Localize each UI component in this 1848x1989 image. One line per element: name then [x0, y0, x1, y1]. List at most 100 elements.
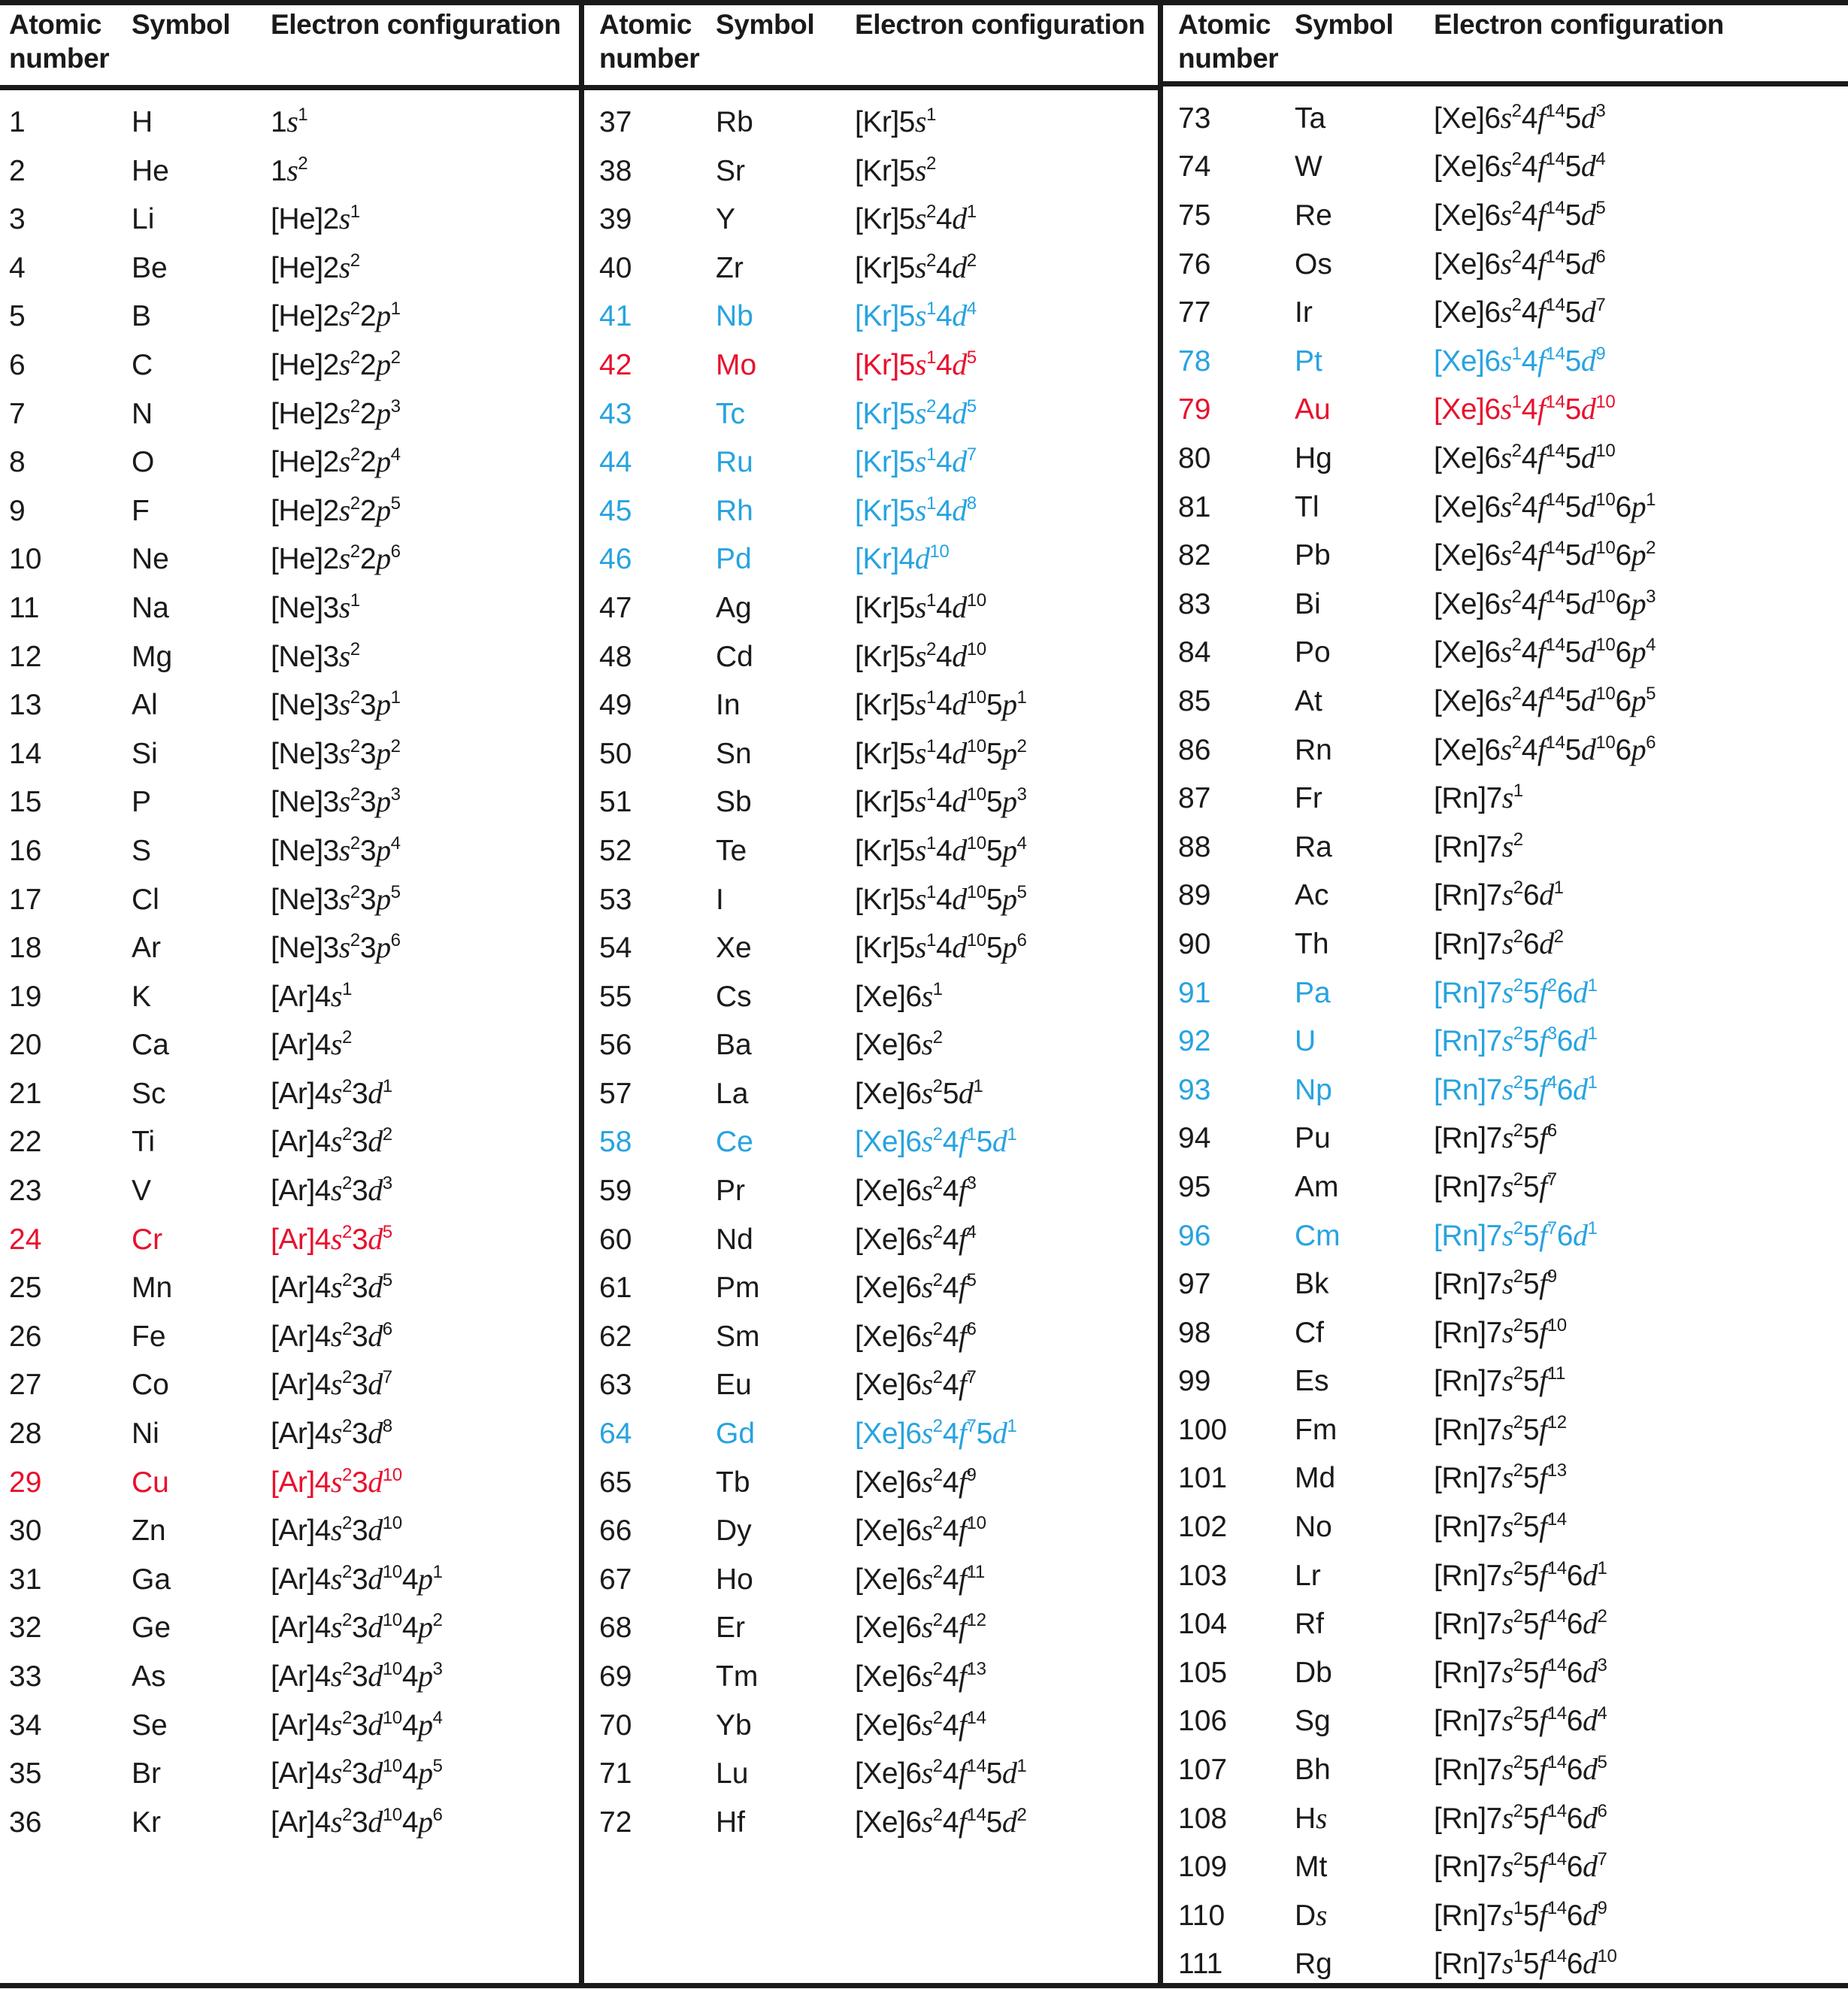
cell-symbol: Ge: [132, 1604, 271, 1653]
cell-symbol: Y: [716, 196, 855, 244]
cell-symbol: Tc: [716, 390, 855, 439]
cell-atomic-number: 76: [1163, 241, 1295, 290]
table-row: 106Sg[Rn]7s25f146d4: [1163, 1696, 1848, 1745]
table-row: 23V[Ar]4s23d3: [0, 1166, 579, 1215]
table-row: 78Pt[Xe]6s14f145d9: [1163, 337, 1848, 386]
cell-atomic-number: 13: [0, 681, 132, 730]
cell-atomic-number: 42: [584, 341, 716, 390]
cell-electron-configuration: [Rn]7s25f146d5: [1434, 1745, 1848, 1795]
cell-symbol: In: [716, 681, 855, 730]
cell-electron-configuration: [Kr]5s14d10: [855, 584, 1158, 633]
table-row: 5B[He]2s22p1: [0, 292, 579, 341]
cell-symbol: Xe: [716, 924, 855, 973]
cell-symbol: Ce: [716, 1118, 855, 1167]
cell-electron-configuration: [Xe]6s24f145d106p2: [1434, 531, 1848, 581]
cell-symbol: Pd: [716, 535, 855, 584]
cell-electron-configuration: [Xe]6s24f15d1: [855, 1117, 1158, 1167]
cell-symbol: Cu: [132, 1459, 271, 1508]
cell-electron-configuration: [Rn]7s15f146d10: [1434, 1939, 1848, 1989]
table-row: 3Li[He]2s1: [0, 195, 579, 244]
cell-atomic-number: 20: [0, 1021, 132, 1070]
cell-electron-configuration: [Xe]6s2: [855, 1020, 1158, 1070]
table-column-1: Atomic number Symbol Electron configurat…: [0, 0, 579, 1988]
cell-symbol: Cf: [1295, 1309, 1434, 1358]
cell-symbol: Tm: [716, 1653, 855, 1702]
cell-atomic-number: 87: [1163, 775, 1295, 823]
cell-atomic-number: 51: [584, 778, 716, 827]
cell-atomic-number: 85: [1163, 678, 1295, 726]
cell-symbol: Os: [1295, 241, 1434, 290]
cell-electron-configuration: [Kr]5s24d2: [855, 244, 1158, 293]
cell-atomic-number: 73: [1163, 95, 1295, 144]
cell-electron-configuration: [Xe]6s24f145d4: [1434, 142, 1848, 192]
cell-electron-configuration: [He]2s22p3: [271, 390, 579, 439]
cell-atomic-number: 57: [584, 1070, 716, 1119]
cell-electron-configuration: [Xe]6s24f9: [855, 1458, 1158, 1508]
cell-atomic-number: 66: [584, 1507, 716, 1556]
cell-electron-configuration: [He]2s1: [271, 195, 579, 244]
cell-symbol: Br: [132, 1750, 271, 1799]
cell-atomic-number: 36: [0, 1799, 132, 1848]
cell-atomic-number: 21: [0, 1070, 132, 1119]
table-row: 103Lr[Rn]7s25f146d1: [1163, 1551, 1848, 1600]
cell-symbol: C: [132, 341, 271, 390]
cell-electron-configuration: [Rn]7s25f146d4: [1434, 1696, 1848, 1746]
cell-symbol: Pt: [1295, 338, 1434, 387]
cell-atomic-number: 30: [0, 1507, 132, 1556]
cell-atomic-number: 44: [584, 438, 716, 487]
table-row: 101Md[Rn]7s25f13: [1163, 1454, 1848, 1502]
header-electron-configuration: Electron configuration: [271, 5, 579, 41]
table-row: 30Zn[Ar]4s23d10: [0, 1506, 579, 1555]
cell-electron-configuration: [Ne]3s23p2: [271, 729, 579, 779]
cell-symbol: Ni: [132, 1410, 271, 1459]
cell-atomic-number: 6: [0, 341, 132, 390]
table-row: 37Rb[Kr]5s1: [584, 98, 1158, 147]
cell-electron-configuration: [Ar]4s23d10: [271, 1506, 579, 1556]
cell-symbol: Ra: [1295, 823, 1434, 872]
cell-electron-configuration: [He]2s2: [271, 244, 579, 293]
cell-symbol: Bi: [1295, 581, 1434, 629]
cell-electron-configuration: [Rn]7s1: [1434, 774, 1848, 823]
cell-atomic-number: 82: [1163, 532, 1295, 581]
table-row: 90Th[Rn]7s26d2: [1163, 920, 1848, 969]
cell-symbol: Pr: [716, 1167, 855, 1216]
cell-electron-configuration: [Ar]4s23d10: [271, 1458, 579, 1508]
cell-symbol: Ca: [132, 1021, 271, 1070]
cell-atomic-number: 89: [1163, 872, 1295, 920]
cell-atomic-number: 88: [1163, 823, 1295, 872]
cell-electron-configuration: [Rn]7s25f12: [1434, 1405, 1848, 1455]
table-row: 102No[Rn]7s25f14: [1163, 1502, 1848, 1551]
cell-electron-configuration: [Xe]6s24f145d1: [855, 1749, 1158, 1799]
cell-electron-configuration: [Ar]4s1: [271, 972, 579, 1022]
table-row: 28Ni[Ar]4s23d8: [0, 1409, 579, 1458]
cell-symbol: Fm: [1295, 1406, 1434, 1455]
cell-electron-configuration: [Xe]6s24f145d106p3: [1434, 580, 1848, 629]
header-atomic-number: Atomic number: [0, 5, 132, 75]
cell-symbol: Gd: [716, 1410, 855, 1459]
cell-symbol: Eu: [716, 1361, 855, 1410]
cell-atomic-number: 56: [584, 1021, 716, 1070]
cell-atomic-number: 101: [1163, 1454, 1295, 1503]
cell-atomic-number: 41: [584, 293, 716, 341]
cell-electron-configuration: [Kr]5s14d105p1: [855, 681, 1158, 730]
table-row: 29Cu[Ar]4s23d10: [0, 1458, 579, 1507]
cell-atomic-number: 86: [1163, 726, 1295, 775]
column-header-row: Atomic number Symbol Electron configurat…: [1163, 0, 1848, 86]
table-row: 109Mt[Rn]7s25f146d7: [1163, 1842, 1848, 1891]
cell-symbol: Ta: [1295, 95, 1434, 144]
cell-atomic-number: 72: [584, 1799, 716, 1848]
cell-symbol: Na: [132, 584, 271, 633]
cell-symbol: Es: [1295, 1357, 1434, 1406]
cell-atomic-number: 77: [1163, 289, 1295, 338]
cell-electron-configuration: [Rn]7s25f6: [1434, 1114, 1848, 1163]
cell-atomic-number: 55: [584, 973, 716, 1022]
cell-atomic-number: 31: [0, 1556, 132, 1605]
cell-electron-configuration: [Ar]4s23d104p4: [271, 1701, 579, 1751]
cell-symbol: Ir: [1295, 289, 1434, 338]
cell-symbol: S: [132, 827, 271, 876]
cell-atomic-number: 19: [0, 973, 132, 1022]
cell-atomic-number: 110: [1163, 1892, 1295, 1941]
cell-symbol: Rg: [1295, 1940, 1434, 1989]
table-row: 6C[He]2s22p2: [0, 341, 579, 390]
cell-symbol: Si: [132, 730, 271, 779]
